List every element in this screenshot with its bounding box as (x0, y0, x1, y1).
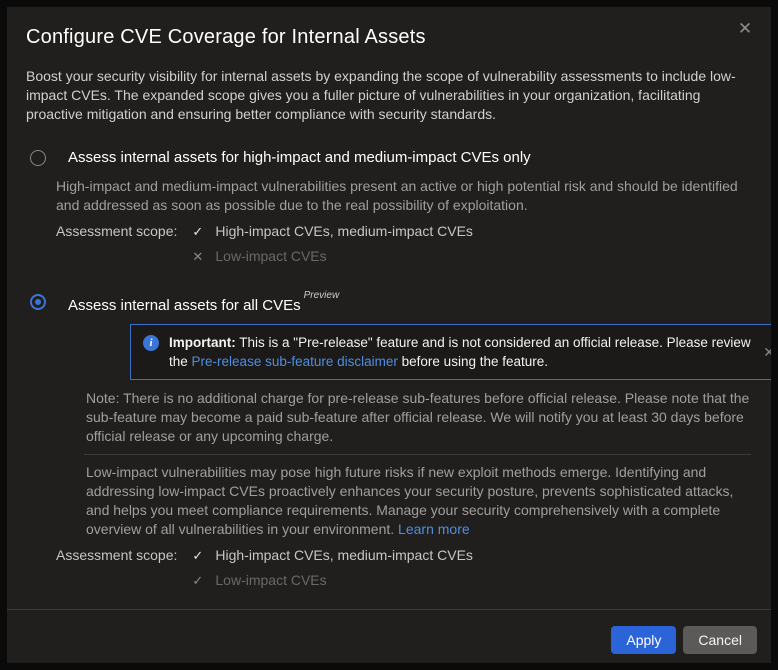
scope-excluded-row: ✕ Low-impact CVEs (192, 247, 473, 266)
option-high-medium-content: High-impact and medium-impact vulnerabil… (56, 177, 751, 266)
scope-included-text: High-impact CVEs, medium-impact CVEs (215, 546, 473, 565)
dialog-intro-text: Boost your security visibility for inter… (26, 67, 751, 124)
apply-button[interactable]: Apply (611, 626, 676, 654)
scope-included-row: ✓ High-impact CVEs, medium-impact CVEs (192, 222, 473, 241)
banner-text: Important: This is a "Pre-release" featu… (169, 333, 751, 371)
dialog-footer: Apply Cancel (7, 609, 771, 663)
cross-icon: ✕ (192, 247, 206, 266)
assessment-scope-label: Assessment scope: (56, 546, 177, 565)
assessment-scope-label: Assessment scope: (56, 222, 177, 241)
assessment-scope-high-medium: Assessment scope: ✓ High-impact CVEs, me… (56, 222, 751, 266)
scope-rows: ✓ High-impact CVEs, medium-impact CVEs ✓… (192, 546, 473, 590)
scope-excluded-text: Low-impact CVEs (215, 247, 326, 266)
prerelease-info-banner: i Important: This is a "Pre-release" fea… (130, 324, 771, 380)
banner-important-label: Important: (169, 335, 236, 350)
radio-all-cves[interactable] (30, 294, 46, 310)
banner-dismiss-icon[interactable]: ✕ (763, 344, 771, 361)
option-high-medium-description: High-impact and medium-impact vulnerabil… (56, 177, 751, 215)
option-all-cves-content: i Important: This is a "Pre-release" fea… (56, 324, 751, 590)
cancel-button[interactable]: Cancel (683, 626, 757, 654)
section-divider (84, 454, 751, 455)
dialog-body: Configure CVE Coverage for Internal Asse… (7, 7, 771, 609)
option-all-cves-label-text: Assess internal assets for all CVEs (68, 297, 301, 314)
radio-high-medium[interactable] (30, 150, 46, 166)
prerelease-note-text: Note: There is no additional charge for … (86, 389, 751, 446)
low-impact-description: Low-impact vulnerabilities may pose high… (86, 463, 751, 539)
scope-included-row: ✓ High-impact CVEs, medium-impact CVEs (192, 546, 473, 565)
dialog-title: Configure CVE Coverage for Internal Asse… (26, 23, 751, 51)
configure-cve-coverage-dialog: Configure CVE Coverage for Internal Asse… (7, 7, 771, 663)
preview-badge: Preview (304, 290, 340, 301)
close-icon[interactable]: ✕ (733, 17, 757, 41)
assessment-scope-all: Assessment scope: ✓ High-impact CVEs, me… (56, 546, 751, 590)
scope-included-low-text: Low-impact CVEs (215, 571, 326, 590)
option-all-cves-row[interactable]: Assess internal assets for all CVEsPrevi… (30, 292, 751, 316)
scope-rows: ✓ High-impact CVEs, medium-impact CVEs ✕… (192, 222, 473, 266)
info-icon: i (143, 335, 159, 351)
check-icon: ✓ (192, 546, 206, 565)
prerelease-disclaimer-link[interactable]: Pre-release sub-feature disclaimer (192, 354, 398, 369)
option-all-cves-label[interactable]: Assess internal assets for all CVEsPrevi… (68, 292, 339, 316)
check-icon: ✓ (192, 222, 206, 241)
scope-included-low-row: ✓ Low-impact CVEs (192, 571, 473, 590)
option-high-medium-label[interactable]: Assess internal assets for high-impact a… (68, 148, 531, 168)
check-icon: ✓ (192, 571, 206, 590)
banner-text-after-link: before using the feature. (402, 354, 548, 369)
option-high-medium-row[interactable]: Assess internal assets for high-impact a… (30, 148, 751, 168)
learn-more-link[interactable]: Learn more (398, 521, 470, 537)
scope-included-text: High-impact CVEs, medium-impact CVEs (215, 222, 473, 241)
